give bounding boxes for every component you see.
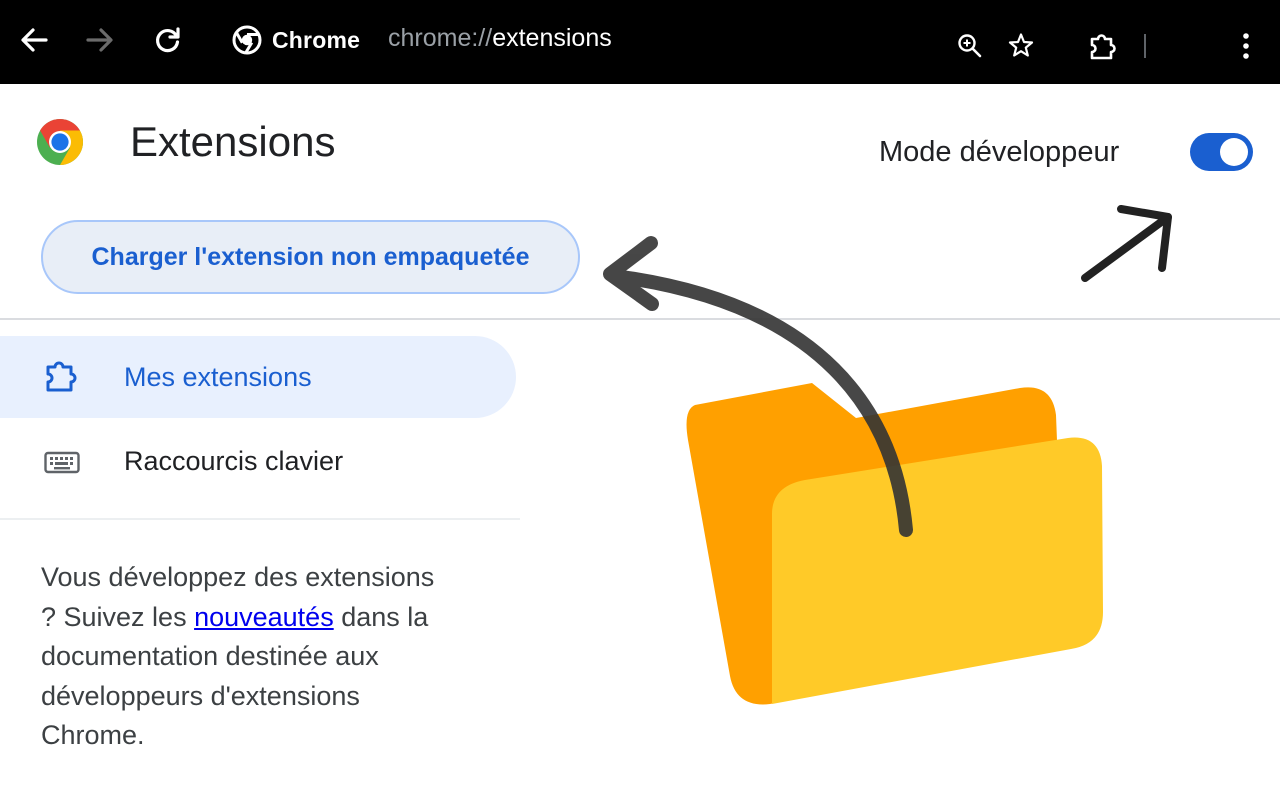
url-scheme: chrome:// bbox=[388, 24, 493, 52]
chrome-logo bbox=[37, 119, 83, 165]
diagonal-arrow-icon bbox=[1081, 205, 1172, 282]
back-button[interactable] bbox=[18, 26, 50, 54]
chrome-logo-icon bbox=[232, 25, 262, 55]
curved-arrow-icon bbox=[603, 236, 913, 537]
address-bar[interactable]: chrome://extensions bbox=[388, 24, 612, 53]
reload-icon bbox=[156, 27, 180, 53]
bookmark-button[interactable] bbox=[1007, 31, 1035, 59]
star-icon bbox=[1008, 33, 1034, 57]
header-divider bbox=[0, 318, 1280, 320]
url-path: extensions bbox=[492, 24, 612, 52]
developer-info-text: Vous développez des extensions ? Suivez … bbox=[41, 558, 441, 756]
developer-mode-label: Mode développeur bbox=[879, 136, 1120, 168]
arrow-left-icon bbox=[21, 28, 48, 52]
page-title: Extensions bbox=[130, 118, 336, 165]
zoom-in-icon bbox=[958, 34, 982, 58]
extensions-button[interactable] bbox=[1087, 30, 1119, 62]
kebab-menu-icon bbox=[1243, 33, 1249, 59]
whats-new-link[interactable]: nouveautés bbox=[194, 602, 334, 632]
arrow-right-icon bbox=[86, 28, 113, 52]
zoom-button[interactable] bbox=[956, 32, 984, 60]
developer-mode-toggle[interactable] bbox=[1190, 133, 1253, 171]
toolbar-separator bbox=[1144, 34, 1146, 58]
toggle-knob bbox=[1220, 138, 1248, 166]
puzzle-icon bbox=[46, 361, 77, 392]
puzzle-icon bbox=[1090, 34, 1116, 60]
sidebar-item-label: Raccourcis clavier bbox=[124, 445, 344, 476]
reload-button[interactable] bbox=[152, 24, 184, 56]
sidebar-item-label: Mes extensions bbox=[124, 361, 312, 392]
keyboard-icon bbox=[44, 451, 80, 474]
forward-button[interactable] bbox=[84, 26, 116, 54]
menu-button[interactable] bbox=[1232, 30, 1260, 62]
site-name: Chrome bbox=[272, 26, 361, 53]
sidebar-item-my-extensions[interactable]: Mes extensions bbox=[0, 336, 516, 418]
sidebar-divider bbox=[0, 518, 520, 520]
site-info-chip[interactable]: Chrome bbox=[232, 22, 360, 58]
sidebar-item-keyboard-shortcuts[interactable]: Raccourcis clavier bbox=[0, 420, 516, 502]
load-unpacked-button[interactable]: Charger l'extension non empaquetée bbox=[41, 220, 580, 294]
folder-icon bbox=[686, 383, 1103, 705]
browser-toolbar: Chrome chrome://extensions bbox=[0, 0, 1280, 84]
